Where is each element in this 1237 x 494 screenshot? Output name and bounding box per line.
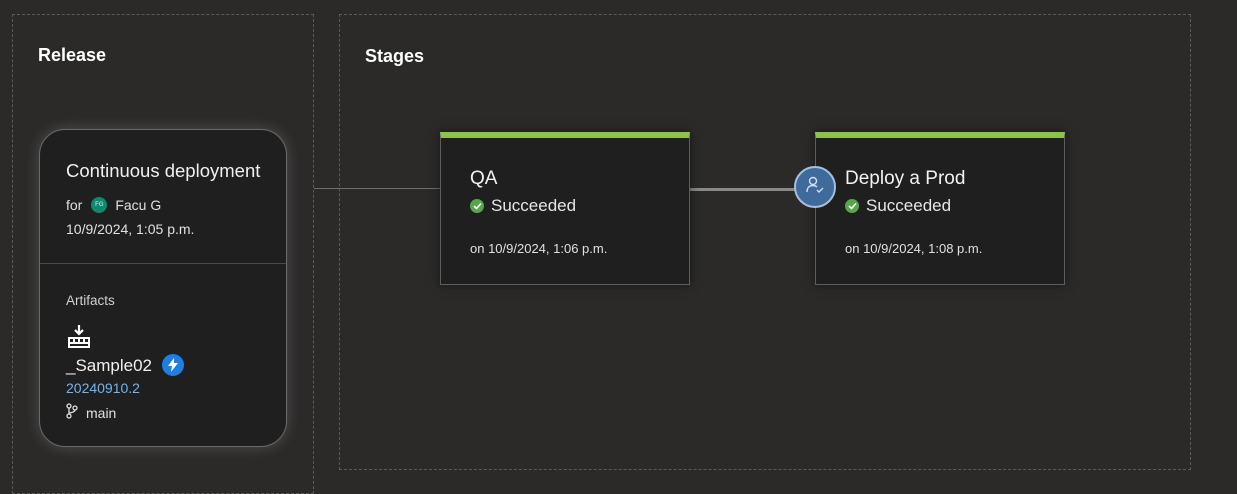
release-connector xyxy=(314,188,441,189)
release-date: 10/9/2024, 1:05 p.m. xyxy=(66,221,195,237)
branch: main xyxy=(66,403,116,422)
for-label: for xyxy=(66,197,83,213)
release-card[interactable]: Continuous deployment for FG Facu G 10/9… xyxy=(39,129,287,447)
release-trigger-title: Continuous deployment xyxy=(66,160,261,181)
avatar: FG xyxy=(91,197,108,213)
trigger-lightning-icon xyxy=(162,354,184,376)
check-circle-icon xyxy=(470,199,484,213)
artifacts-label: Artifacts xyxy=(66,293,115,308)
build-number-link[interactable]: 20240910.2 xyxy=(66,380,140,396)
stage-date: on 10/9/2024, 1:06 p.m. xyxy=(470,241,608,256)
stage-name: QA xyxy=(470,168,498,189)
stage-status-label: Succeeded xyxy=(491,196,577,215)
stages-section-title: Stages xyxy=(365,46,425,66)
release-section-title: Release xyxy=(38,45,107,65)
stage-connector xyxy=(689,188,797,191)
artifact-build-icon xyxy=(66,324,92,350)
release-requester: for FG Facu G xyxy=(66,197,161,213)
pre-deployment-approval-button[interactable] xyxy=(794,166,836,208)
card-divider xyxy=(40,263,286,264)
branch-icon xyxy=(66,403,86,422)
stage-card-qa[interactable]: QA Succeeded on 10/9/2024, 1:06 p.m. xyxy=(440,132,690,285)
check-circle-icon xyxy=(845,199,859,213)
artifact-name[interactable]: _Sample02 xyxy=(66,356,152,376)
stage-status: Succeeded xyxy=(470,196,576,216)
stage-card-deploy-prod[interactable]: Deploy a Prod Succeeded on 10/9/2024, 1:… xyxy=(815,132,1065,285)
branch-name: main xyxy=(86,404,117,421)
user-name: Facu G xyxy=(115,197,162,213)
stage-date: on 10/9/2024, 1:08 p.m. xyxy=(845,241,983,256)
stage-status: Succeeded xyxy=(845,196,951,216)
stage-status-label: Succeeded xyxy=(866,196,952,215)
stage-name: Deploy a Prod xyxy=(845,168,966,189)
approval-person-icon xyxy=(805,175,825,200)
